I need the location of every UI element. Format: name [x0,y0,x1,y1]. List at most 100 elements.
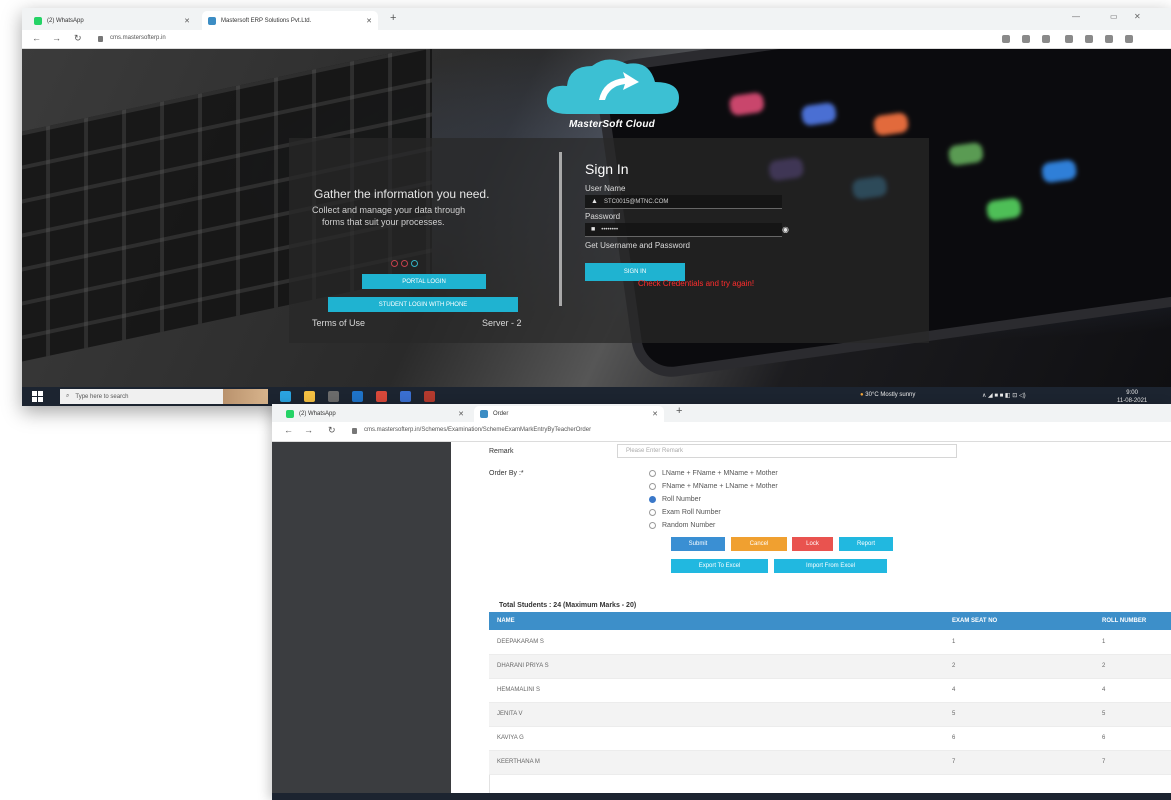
cell-roll: 2 [1094,654,1171,679]
tab-whatsapp[interactable]: (2) WhatsApp ✕ [28,11,196,30]
cell-exam-seat: 1 [944,630,1094,655]
mail-icon[interactable] [352,391,363,402]
url-text[interactable]: cms.mastersofterp.in [110,35,166,41]
tab-mastersoft[interactable]: Mastersoft ERP Solutions Pvt.Ltd. ✕ [202,11,378,30]
address-bar: ← → ↻ cms.mastersofterp.in [22,30,1171,49]
reload-icon[interactable]: ↻ [74,33,82,44]
reload-icon[interactable]: ↻ [328,425,336,436]
order-option-random[interactable]: Random Number [649,522,715,529]
windows-taskbar-partial [272,793,1171,800]
edge-icon[interactable] [280,391,291,402]
terms-link[interactable]: Terms of Use [312,318,365,328]
close-icon[interactable]: ✕ [184,17,190,25]
tab-strip: (2) WhatsApp ✕ Order ✕ + [272,404,1171,422]
order-option-exam-roll[interactable]: Exam Roll Number [649,509,721,516]
forward-icon[interactable]: → [304,425,313,435]
back-icon[interactable]: ← [32,33,41,43]
export-excel-button[interactable]: Export To Excel [671,559,768,573]
taskbar-search[interactable]: ⌕ Type here to search [60,389,268,404]
cell-name: DEEPAKARAM S [489,630,944,655]
url-text[interactable]: cms.mastersofterp.in/Schemes/Examination… [364,427,591,433]
radio-button[interactable] [649,509,656,516]
order-browser-window: (2) WhatsApp ✕ Order ✕ + ← → ↻ cms.maste… [272,404,1171,800]
carousel-dot[interactable] [401,260,408,267]
cancel-button[interactable]: Cancel [731,537,787,551]
extension-icon[interactable] [1042,35,1050,43]
lock-icon: ■ [591,226,596,233]
student-login-button[interactable]: STUDENT LOGIN WITH PHONE [328,297,518,312]
option-label: LName + FName + MName + Mother [662,470,778,477]
radio-button[interactable] [649,483,656,490]
weather-widget[interactable]: ● 30°C Mostly sunny [860,392,915,398]
tab-label: (2) WhatsApp [47,17,84,24]
report-button[interactable]: Report [839,537,893,551]
username-field[interactable]: ▲ STC0015@MTNC.COM [585,195,782,209]
cell-name: KEERTHANA M [489,750,944,775]
store-icon[interactable] [328,391,339,402]
forward-icon[interactable]: → [52,33,61,43]
minimize-icon[interactable]: — [1072,12,1080,21]
cell-roll: 1 [1094,630,1171,655]
password-field[interactable]: ■ •••••••• [585,223,782,237]
close-icon[interactable]: ✕ [652,410,658,418]
order-option-lname[interactable]: LName + FName + MName + Mother [649,470,778,477]
table-row: JENITA V 5 5 [489,702,1171,727]
menu-icon[interactable] [1125,35,1133,43]
back-icon[interactable]: ← [284,425,293,435]
password-value: •••••••• [601,226,619,233]
cell-name: JENITA V [489,702,944,727]
dark-sidebar [272,442,451,793]
import-excel-button[interactable]: Import From Excel [774,559,887,573]
system-tray-icons[interactable]: ∧ ◢ ■ ■ ◧ ⊡ ◁) [982,392,1026,399]
extension-icon[interactable] [1065,35,1073,43]
new-tab-button[interactable]: + [676,405,682,417]
extension-icon[interactable] [1105,35,1113,43]
lock-icon [352,428,357,434]
new-tab-button[interactable]: + [390,12,396,24]
chrome-icon[interactable] [376,391,387,402]
maximize-icon[interactable]: ▭ [1110,12,1118,21]
close-icon[interactable]: ✕ [458,410,464,418]
radio-button-selected[interactable] [649,496,656,503]
weather-text: 30°C Mostly sunny [865,392,916,398]
order-option-fname[interactable]: FName + MName + LName + Mother [649,483,778,490]
col-header-name[interactable]: NAME [489,612,944,630]
submit-button[interactable]: Submit [671,537,725,551]
carousel-dot-active[interactable] [411,260,418,267]
whatsapp-icon [34,16,42,25]
extension-icon[interactable] [1022,35,1030,43]
tab-label: (2) WhatsApp [299,411,336,417]
clock[interactable]: 9:00 11-08-2021 [1117,389,1147,405]
username-label: User Name [585,184,626,193]
cell-exam-seat: 6 [944,726,1094,751]
tab-order[interactable]: Order ✕ [474,406,664,422]
col-header-exam-seat[interactable]: EXAM SEAT NO [944,612,1094,630]
order-option-roll-number[interactable]: Roll Number [649,496,701,503]
radio-button[interactable] [649,522,656,529]
profile-icon[interactable] [1085,35,1093,43]
radio-button[interactable] [649,470,656,477]
close-window-icon[interactable]: ✕ [1134,12,1141,21]
app-icon[interactable] [400,391,411,402]
carousel-dots[interactable] [391,260,418,267]
file-explorer-icon[interactable] [304,391,315,402]
carousel-dot[interactable] [391,260,398,267]
taskbar-search-placeholder: Type here to search [75,393,129,400]
cell-roll: 7 [1094,750,1171,775]
option-label: Exam Roll Number [662,509,721,516]
forgot-credentials-link[interactable]: Get Username and Password [585,241,690,250]
tab-whatsapp[interactable]: (2) WhatsApp ✕ [280,406,470,422]
lock-button[interactable]: Lock [792,537,833,551]
show-password-icon[interactable]: ◉ [782,225,789,234]
extension-icon[interactable] [1002,35,1010,43]
site-favicon-icon [480,410,488,418]
cloud-logo-icon [546,59,679,114]
app-icon[interactable] [424,391,435,402]
start-icon[interactable] [32,391,43,402]
remark-input[interactable]: Please Enter Remark [617,444,957,458]
close-icon[interactable]: ✕ [366,17,372,25]
portal-login-button[interactable]: PORTAL LOGIN [362,274,486,289]
tab-label: Order [493,411,509,417]
col-header-roll-number[interactable]: ROLL NUMBER [1094,612,1171,630]
tagline-sub: Collect and manage your data through [312,205,466,215]
